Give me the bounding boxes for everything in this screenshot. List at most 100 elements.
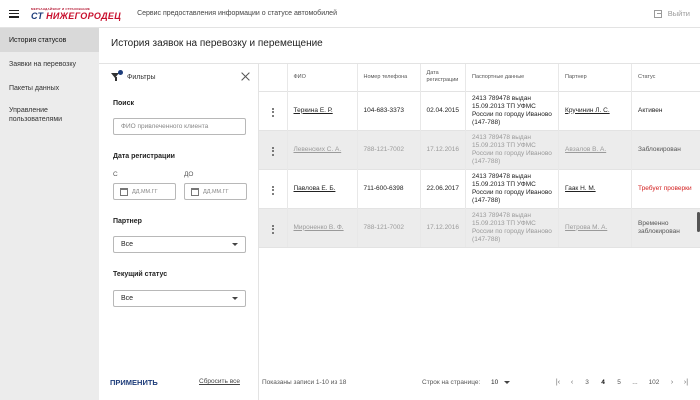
page-link[interactable]: 102 [643,379,665,386]
search-label: Поиск [113,100,135,107]
row-menu-button[interactable] [259,168,288,208]
calendar-icon [191,187,199,196]
exit-button[interactable]: Выйти [653,9,690,18]
cell-phone: 788-121-7002 [357,207,421,248]
records-count: Показаны записи 1-10 из 18 [262,378,347,386]
rows-per-page-label: Строк на странице: [422,378,481,386]
sidebar-item-transport-requests[interactable]: Заявки на перевозку [0,52,99,76]
chevron-down-icon [504,380,511,384]
partner-select-value: Все [121,241,134,248]
chevron-down-icon [232,243,238,246]
more-vertical-icon [271,107,274,117]
column-header-status[interactable]: Статус [632,64,700,91]
column-header-phone[interactable]: Номер телефона [357,64,421,91]
partner-label: Партнер [113,218,142,225]
filters-panel: Фильтры Поиск Дата регистрации С ДО ДД.М… [99,63,259,400]
date-label: Дата регистрации [113,153,175,160]
status-select[interactable]: Все [113,290,246,307]
cell-phone: 711-600-6398 [357,168,421,208]
records-table: ФИО Номер телефона Дата регистрации Пасп… [259,64,700,248]
cell-passport: 2413 789478 выдан 15.09.2013 ТП УФМС Рос… [465,90,560,130]
exit-label: Выйти [667,9,690,18]
table-row[interactable]: Мироненко В. Ф. 788-121-7002 17.12.2016 … [259,207,700,248]
sidebar-item-label: Пакеты данных [9,84,60,92]
cell-passport: 2413 789478 выдан 15.09.2013 ТП УФМС Рос… [465,207,560,248]
date-from-field[interactable]: ДД.ММ.ГГ [113,183,176,200]
cell-date: 17.12.2016 [420,129,467,169]
search-input[interactable] [113,118,246,135]
cell-status: Временно заблокирован [631,207,700,248]
next-page-icon[interactable]: › [665,379,679,386]
more-vertical-icon [271,146,274,156]
last-page-icon[interactable]: ›| [679,379,693,386]
cell-date: 02.04.2015 [420,90,467,130]
date-placeholder: ДД.ММ.ГГ [132,188,158,195]
cell-date: 17.12.2016 [420,207,467,248]
cell-partner[interactable]: Кручинин Л. С. [558,90,633,130]
cell-partner[interactable]: Петрова М. А. [558,207,633,248]
rows-per-page-select[interactable]: 10 [491,378,511,386]
page-link[interactable]: 3 [579,379,595,386]
logo-wordmark: СТ НИЖЕГОРОДЕЦ [31,10,122,21]
column-header-date[interactable]: Дата регистрации [420,64,467,91]
cell-status: Активен [631,90,700,130]
filters-title: Фильтры [127,73,156,81]
first-page-icon[interactable]: |‹ [551,379,565,386]
table-footer: Показаны записи 1-10 из 18 Строк на стра… [259,372,700,392]
partner-select[interactable]: Все [113,236,246,253]
table-row[interactable]: Павлова Е. Б. 711-600-6398 22.06.2017 24… [259,168,700,208]
cell-partner[interactable]: Гаак Н. М. [558,168,633,208]
close-icon[interactable] [241,72,250,81]
column-header-passport[interactable]: Паспортные данные [465,64,560,91]
cell-name[interactable]: Теркина Е. Р. [287,90,358,130]
sidebar: История статусов Заявки на перевозку Пак… [0,28,99,400]
top-bar: МЕРЧАНДАЙЗИНГ И СТРАХОВАНИЕ СТ НИЖЕГОРОД… [0,0,700,28]
more-vertical-icon [271,224,274,234]
cell-phone: 788-121-7002 [357,129,421,169]
date-to-field[interactable]: ДД.ММ.ГГ [184,183,247,200]
cell-date: 22.06.2017 [420,168,467,208]
status-select-value: Все [121,295,134,302]
exit-icon [653,9,662,18]
row-menu-button[interactable] [259,129,288,169]
filters-header: Фильтры [111,70,156,82]
pagination: |‹ ‹ 3 4 5 ... 102 › ›| [551,379,693,386]
column-header-name[interactable]: ФИО [287,64,358,91]
table-row[interactable]: Теркина Е. Р. 104-683-3373 02.04.2015 24… [259,90,700,130]
date-to-label: ДО [184,171,194,178]
calendar-icon [120,187,128,196]
page-link[interactable]: 5 [611,379,627,386]
sidebar-item-user-management[interactable]: Управление пользователями [0,100,99,130]
page-link-current[interactable]: 4 [595,379,611,386]
filter-icon [111,70,123,82]
sidebar-item-label: Управление пользователями [9,107,63,123]
rows-per-page-value: 10 [491,378,499,386]
reset-all-link[interactable]: Сбросить все [199,378,240,385]
table-header-row: ФИО Номер телефона Дата регистрации Пасп… [259,64,700,91]
cell-name[interactable]: Мироненко В. Ф. [287,207,358,248]
cell-status: Требует проверки [631,168,700,208]
date-placeholder: ДД.ММ.ГГ [203,188,229,195]
cell-passport: 2413 789478 выдан 15.09.2013 ТП УФМС Рос… [465,168,560,208]
records-table-area: ФИО Номер телефона Дата регистрации Пасп… [259,63,700,400]
sidebar-item-data-packages[interactable]: Пакеты данных [0,76,99,100]
cell-partner[interactable]: Авзалов В. А. [558,129,633,169]
table-row[interactable]: Левенских С. А. 788-121-7002 17.12.2016 … [259,129,700,169]
logo[interactable]: МЕРЧАНДАЙЗИНГ И СТРАХОВАНИЕ СТ НИЖЕГОРОД… [31,4,121,24]
chevron-down-icon [232,297,238,300]
row-menu-button[interactable] [259,90,288,130]
cell-phone: 104-683-3373 [357,90,421,130]
cell-name[interactable]: Левенских С. А. [287,129,358,169]
more-vertical-icon [271,185,274,195]
row-menu-button[interactable] [259,207,288,248]
column-header-partner[interactable]: Партнер [558,64,633,91]
cell-passport: 2413 789478 выдан 15.09.2013 ТП УФМС Рос… [465,129,560,169]
page-ellipsis: ... [632,378,638,386]
app-subtitle: Сервис предоставления информации о стату… [137,10,337,17]
hamburger-menu-icon[interactable] [9,9,19,18]
sidebar-item-label: История статусов [9,36,67,44]
cell-name[interactable]: Павлова Е. Б. [287,168,358,208]
apply-button[interactable]: ПРИМЕНИТЬ [110,378,158,387]
sidebar-item-status-history[interactable]: История статусов [0,28,99,52]
prev-page-icon[interactable]: ‹ [565,379,579,386]
